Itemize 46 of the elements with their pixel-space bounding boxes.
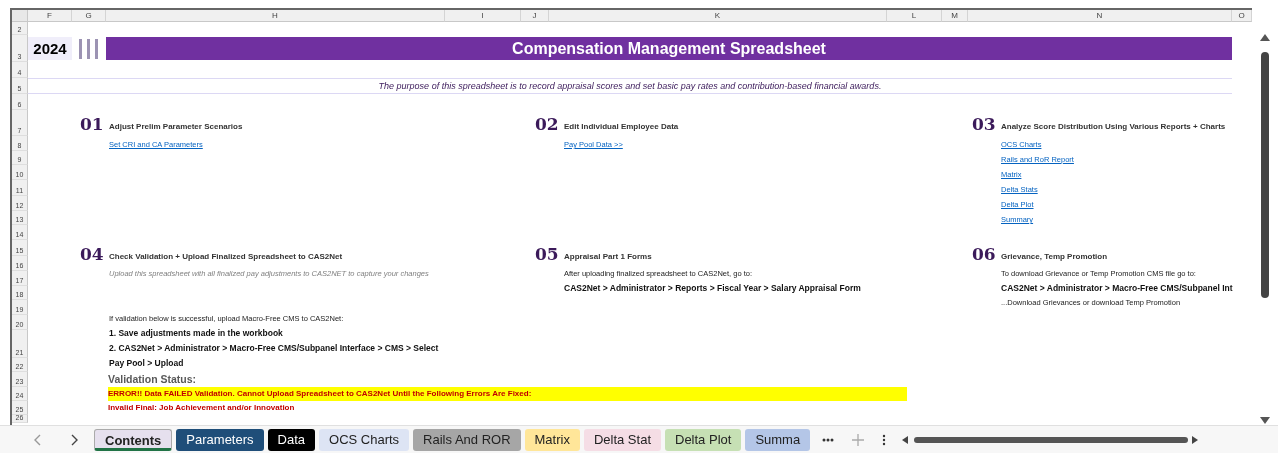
year-cell: 2024	[28, 37, 72, 60]
column-header[interactable]: G	[72, 10, 106, 22]
step-number: 05	[535, 244, 560, 264]
sheet-tab[interactable]: Delta Plot	[665, 428, 742, 451]
error-message: ERROR!! Data FAILED Validation. Cannot Upload Spreadsheet to CAS2Net Until the Following Errors Are Fixed:	[108, 387, 907, 401]
section-title: Adjust Prelim Parameter Scenarios	[109, 122, 243, 132]
column-header[interactable]: M	[942, 10, 968, 22]
step-number: 01	[80, 114, 105, 134]
column-header[interactable]: N	[968, 10, 1232, 22]
column-header[interactable]: O	[1232, 10, 1252, 22]
previous-sheet-icon[interactable]	[34, 433, 42, 446]
column-header[interactable]: I	[445, 10, 521, 22]
sheet-tab[interactable]: Contents	[94, 428, 173, 451]
navigation-path: CAS2Net > Administrator > Reports > Fiscal Year > Salary Appraisal Form	[564, 282, 861, 295]
more-icon[interactable]	[822, 437, 835, 442]
column-header[interactable]: H	[106, 10, 445, 22]
column-header[interactable]: K	[549, 10, 887, 22]
step-text: 1. Save adjustments made in the workbook	[109, 327, 283, 340]
section-title: Grievance, Temp Promotion	[1001, 252, 1108, 262]
step-number: 03	[972, 114, 997, 134]
sheet-tab[interactable]: Delta Stat	[583, 428, 661, 451]
navigation-path: CAS2Net > Administrator > Macro-Free CMS/Subpanel Int	[1001, 282, 1233, 295]
column-header[interactable]: L	[887, 10, 942, 22]
validation-label: Validation Status:	[108, 372, 198, 387]
section-title: Appraisal Part 1 Forms	[564, 252, 652, 262]
options-icon[interactable]	[882, 433, 887, 446]
step-number: 02	[535, 114, 560, 134]
sheet-tab[interactable]: OCS Charts	[319, 428, 410, 451]
bars-icon	[78, 38, 100, 59]
sheet-tab[interactable]: Parameters	[176, 428, 264, 451]
purpose-text: The purpose of this spreadsheet is to record appraisal scores and set basic pay rates and contribution-based financial awards.	[28, 78, 1232, 94]
column-header[interactable]: J	[521, 10, 549, 22]
section-title: Edit Individual Employee Data	[564, 122, 679, 132]
title-banner: Compensation Management Spreadsheet	[106, 37, 1232, 60]
sheet-tab[interactable]: Summa	[745, 428, 811, 451]
step-text: 2. CAS2Net > Administrator > Macro-Free CMS/Subpanel Interface > CMS > Select Pay Pool > Upload	[109, 342, 440, 370]
section-title: Analyze Score Distribution Using Various Reports + Charts	[1001, 122, 1226, 132]
error-detail: Invalid Final: Job Achievement and/or Innovation	[108, 402, 296, 414]
step-number: 04	[80, 244, 105, 264]
column-header[interactable]: F	[28, 10, 72, 22]
next-sheet-icon[interactable]	[70, 433, 78, 446]
sheet-tab[interactable]: Data	[267, 428, 315, 451]
step-number: 06	[972, 244, 997, 264]
sheet-tab[interactable]: Matrix	[524, 428, 580, 451]
sheet-tab[interactable]: Rails And ROR	[413, 428, 521, 451]
section-title: Check Validation + Upload Finalized Spreadsheet to CAS2Net	[109, 252, 343, 262]
